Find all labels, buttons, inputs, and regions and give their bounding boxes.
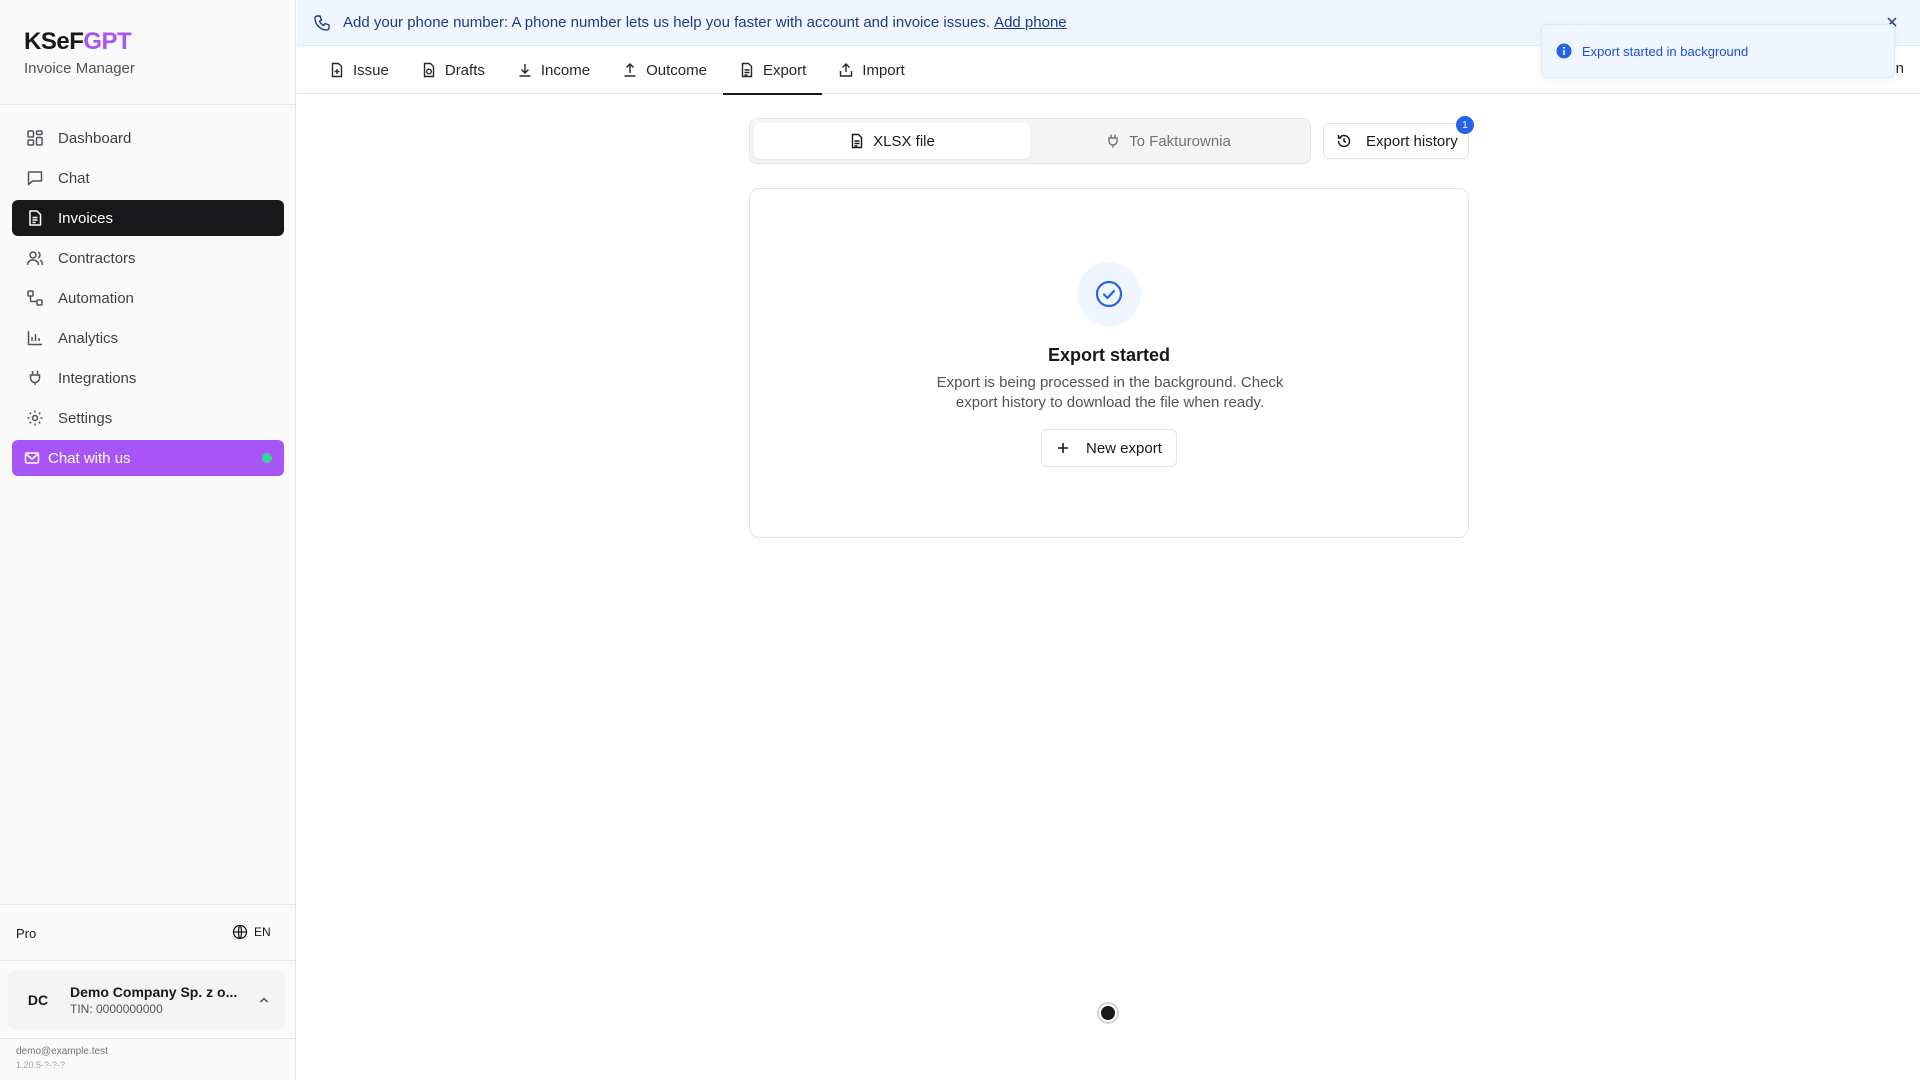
- invoice-icon: [26, 209, 44, 227]
- tab-label: Outcome: [646, 61, 707, 79]
- divider: [0, 960, 296, 961]
- divider: [0, 104, 296, 105]
- mouse-cursor-indicator: [1097, 1002, 1119, 1024]
- plug-icon: [26, 369, 44, 387]
- sidebar-item-integrations[interactable]: Integrations: [12, 360, 284, 396]
- segment-label: To Fakturownia: [1129, 132, 1231, 150]
- app-subtitle: Invoice Manager: [24, 60, 135, 77]
- app-logo[interactable]: KSeFGPT: [24, 28, 135, 56]
- file-text-icon: [849, 133, 865, 149]
- tab-label: Import: [862, 61, 905, 79]
- sidebar-item-invoices[interactable]: Invoices: [12, 200, 284, 236]
- bar-chart-icon: [26, 329, 44, 347]
- tab-drafts[interactable]: Drafts: [405, 46, 501, 94]
- sidebar-item-dashboard[interactable]: Dashboard: [12, 120, 284, 156]
- plan-label: Pro: [16, 926, 37, 941]
- company-name: Demo Company Sp. z o...: [70, 984, 238, 1000]
- sidebar-item-label: Settings: [58, 409, 113, 427]
- sidebar-nav: Dashboard Chat Invoices Contractors Auto…: [12, 120, 284, 476]
- file-plus-icon: [329, 62, 345, 78]
- chevron-up-icon: [256, 992, 272, 1008]
- export-status-description: Export is being processed in the backgro…: [936, 374, 1284, 411]
- upload-icon: [622, 62, 638, 78]
- draft-icon: [421, 62, 437, 78]
- info-icon: [1556, 43, 1572, 59]
- chat-icon: [26, 169, 44, 187]
- sidebar-item-label: Chat: [58, 169, 90, 187]
- export-history-badge: 1: [1456, 116, 1474, 134]
- segment-label: XLSX file: [873, 132, 935, 150]
- sidebar-item-contractors[interactable]: Contractors: [12, 240, 284, 276]
- segment-to-fakturownia[interactable]: To Fakturownia: [1030, 123, 1306, 159]
- tab-outcome[interactable]: Outcome: [606, 46, 723, 94]
- divider: [0, 1038, 296, 1039]
- export-type-toggle: XLSX file To Fakturownia: [749, 118, 1311, 164]
- globe-icon: [232, 924, 248, 940]
- tab-label: Export: [762, 61, 807, 79]
- banner-text: Add your phone number: A phone number le…: [343, 14, 991, 31]
- plug-icon: [1105, 133, 1121, 149]
- company-switcher[interactable]: DC Demo Company Sp. z o... TIN: 00000000…: [8, 970, 286, 1030]
- chat-with-us-button[interactable]: Chat with us: [12, 440, 284, 476]
- sidebar-item-label: Integrations: [58, 369, 137, 387]
- dashboard-icon: [26, 129, 44, 147]
- mail-icon: [24, 450, 40, 466]
- tab-issue[interactable]: Issue: [313, 46, 405, 94]
- history-icon: [1336, 133, 1352, 149]
- new-export-button[interactable]: New export: [1041, 429, 1177, 467]
- tab-import[interactable]: Import: [822, 46, 921, 94]
- toast-notification: Export started in background: [1541, 24, 1895, 78]
- brand: KSeFGPT Invoice Manager: [24, 28, 135, 77]
- language-label: EN: [254, 925, 271, 939]
- export-status-card: Export started Export is being processed…: [749, 188, 1469, 538]
- download-icon: [517, 62, 533, 78]
- new-export-label: New export: [1086, 439, 1162, 457]
- sidebar-item-label: Automation: [58, 289, 134, 307]
- users-icon: [26, 249, 44, 267]
- divider: [0, 904, 296, 905]
- tab-export[interactable]: Export: [722, 46, 823, 95]
- workflow-icon: [26, 289, 44, 307]
- toast-text: Export started in background: [1582, 43, 1749, 59]
- export-status-title: Export started: [1047, 345, 1171, 365]
- import-icon: [838, 62, 854, 78]
- chat-with-us-label: Chat with us: [48, 449, 131, 467]
- user-email: demo@example.test: [16, 1046, 108, 1057]
- company-info: Demo Company Sp. z o... TIN: 0000000000: [70, 984, 237, 1016]
- file-text-icon: [739, 62, 755, 78]
- tab-label: Income: [540, 61, 591, 79]
- segment-xlsx-file[interactable]: XLSX file: [754, 123, 1030, 159]
- gear-icon: [26, 409, 44, 427]
- sidebar-item-chat[interactable]: Chat: [12, 160, 284, 196]
- phone-icon: [313, 14, 331, 32]
- export-history-button[interactable]: Export history 1: [1323, 116, 1474, 159]
- sidebar-item-automation[interactable]: Automation: [12, 280, 284, 316]
- sidebar-item-label: Invoices: [58, 209, 114, 227]
- tab-label: Issue: [353, 61, 389, 79]
- sidebar-item-label: Dashboard: [58, 129, 132, 147]
- company-tin: TIN: 0000000000: [70, 1002, 163, 1016]
- add-phone-link[interactable]: Add phone: [994, 14, 1067, 31]
- sidebar-item-label: Contractors: [58, 249, 136, 267]
- sidebar: KSeFGPT Invoice Manager Dashboard Chat I…: [0, 0, 296, 1080]
- sidebar-item-label: Analytics: [58, 329, 119, 347]
- tab-label: Drafts: [444, 61, 485, 79]
- sidebar-item-settings[interactable]: Settings: [12, 400, 284, 436]
- tab-income[interactable]: Income: [501, 46, 606, 94]
- language-switcher[interactable]: EN: [232, 924, 271, 940]
- app-version: 1.20.5-?-?-?: [16, 1060, 66, 1070]
- sidebar-item-analytics[interactable]: Analytics: [12, 320, 284, 356]
- company-avatar: DC: [20, 982, 56, 1018]
- online-status-dot: [262, 453, 272, 463]
- cursor-dot-inner: [1101, 1006, 1115, 1020]
- tab-overflow-text: n: [1895, 60, 1904, 77]
- plus-icon: [1056, 441, 1070, 455]
- check-circle-icon: [1077, 262, 1141, 326]
- export-history-label: Export history: [1366, 132, 1458, 150]
